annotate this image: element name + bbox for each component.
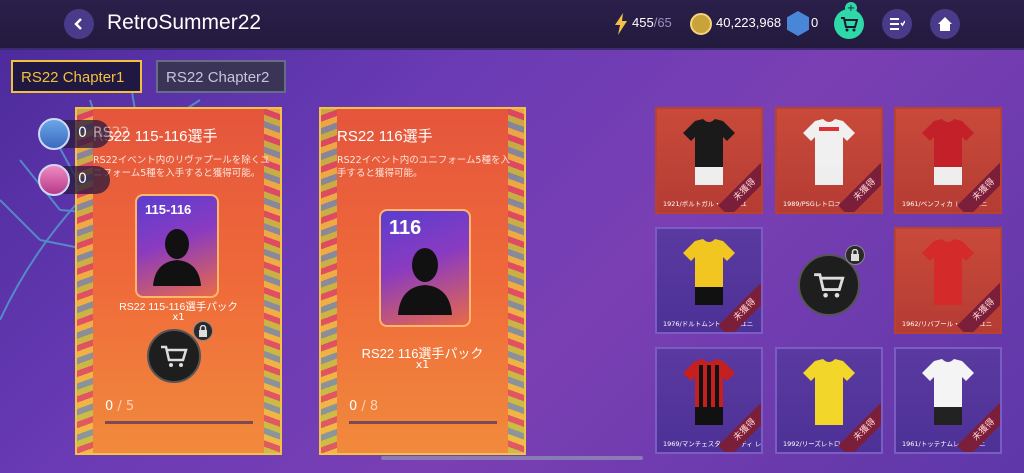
tab-chapter1[interactable]: RS22 Chapter1 bbox=[11, 60, 142, 93]
lock-icon bbox=[845, 245, 865, 265]
gift-counter: 0 bbox=[38, 164, 110, 196]
kit-slot[interactable]: 1976/ドルトムントレトロユニ 未獲得 bbox=[655, 227, 763, 334]
progress-bar bbox=[105, 421, 253, 424]
coin-icon bbox=[690, 13, 712, 35]
kit-slot[interactable]: 1961/トッテナムレトロユニ 未獲得 bbox=[894, 347, 1002, 454]
cart-icon bbox=[814, 273, 845, 298]
menu-button[interactable] bbox=[882, 9, 912, 39]
decorative-stripe bbox=[321, 109, 337, 453]
kit-slot[interactable]: 1992/リーズレトロユニ 未獲得 bbox=[775, 347, 883, 454]
decorative-stripe bbox=[77, 109, 93, 453]
fc-points-value: 0 bbox=[811, 15, 819, 30]
lock-icon bbox=[193, 321, 213, 341]
counter-value: 0 bbox=[78, 171, 87, 187]
top-bar: RetroSummer22 455/65 40,223,968 0 + bbox=[0, 0, 1024, 50]
player-card: 115-116 bbox=[135, 194, 219, 298]
shirt-icon bbox=[803, 119, 855, 185]
energy-stat: 455/65 bbox=[632, 15, 672, 30]
progress-value: 0 bbox=[105, 399, 114, 414]
pack-count: x1 bbox=[415, 358, 430, 371]
checklist-icon bbox=[890, 18, 905, 30]
kit-slot[interactable]: 1961/ベンフィカ レトロユニ 未獲得 bbox=[894, 107, 1002, 214]
pack-card-116[interactable]: RS22 116選手 RS22イベント内のユニフォーム5種を入手すると獲得可能。… bbox=[319, 107, 526, 455]
pack-progress: 0 / 8 bbox=[349, 399, 378, 414]
home-button[interactable] bbox=[930, 9, 960, 39]
cart-icon bbox=[161, 345, 188, 367]
progress-bar bbox=[349, 421, 497, 424]
player-card: 116 bbox=[379, 209, 471, 327]
ticket-counter: 0 RS22 bbox=[38, 118, 129, 150]
pack-description: RS22イベント内のユニフォーム5種を入手すると獲得可能。 bbox=[337, 155, 510, 179]
player-silhouette-icon bbox=[153, 229, 201, 286]
buy-pack-button[interactable] bbox=[147, 329, 201, 383]
shirt-icon bbox=[922, 119, 974, 185]
card-rating: 116 bbox=[389, 217, 422, 239]
lightning-icon bbox=[615, 13, 627, 35]
ticket-icon bbox=[38, 118, 70, 150]
player-silhouette-icon bbox=[398, 248, 452, 315]
coin-value: 40,223,968 bbox=[716, 15, 782, 30]
plus-icon: + bbox=[845, 2, 857, 14]
pack-title: RS22 116選手 bbox=[337, 128, 433, 145]
chevron-left-icon bbox=[74, 18, 82, 30]
counter-value: 0 bbox=[78, 125, 87, 141]
kit-name: 1969/マンチェスター・シティ レトロ bbox=[663, 440, 762, 448]
shirt-icon bbox=[683, 239, 735, 305]
shirt-icon bbox=[683, 119, 735, 185]
progress-max: / 8 bbox=[361, 399, 379, 414]
counter-ghost-label: RS22 bbox=[93, 125, 130, 141]
pack-progress: 0 / 5 bbox=[105, 399, 134, 414]
progress-value: 0 bbox=[349, 399, 358, 414]
pack-count: x1 bbox=[172, 312, 185, 323]
shirt-icon bbox=[922, 359, 974, 425]
fc-points-icon bbox=[787, 11, 809, 36]
gift-icon bbox=[38, 164, 70, 196]
pack-card-115-116[interactable]: RS22 115-116選手 RS22イベント内のリヴァプールを除くユニフォーム… bbox=[75, 107, 282, 455]
cart-icon bbox=[841, 17, 858, 32]
shirt-icon bbox=[803, 359, 855, 425]
kit-slot[interactable]: 1962/リバプール・レトロユニ 未獲得 bbox=[894, 227, 1002, 334]
energy-value: 455 bbox=[632, 15, 654, 30]
page-title: RetroSummer22 bbox=[107, 11, 262, 34]
back-button[interactable] bbox=[64, 9, 94, 39]
tab-chapter2[interactable]: RS22 Chapter2 bbox=[156, 60, 286, 93]
kit-slot[interactable]: 1989/PSGレトロユニフ 未獲得 bbox=[775, 107, 883, 214]
shirt-icon bbox=[922, 239, 974, 305]
shirt-icon bbox=[683, 359, 735, 425]
card-rating: 115-116 bbox=[145, 202, 192, 217]
kit-slot[interactable]: 1969/マンチェスター・シティ レトロ 未獲得 bbox=[655, 347, 763, 454]
energy-max: /65 bbox=[653, 15, 672, 30]
pack-description: RS22イベント内のリヴァプールを除くユニフォーム5種を入手すると獲得可能。 bbox=[93, 155, 270, 179]
horizontal-scrollbar[interactable] bbox=[381, 456, 643, 460]
progress-max: / 5 bbox=[117, 399, 135, 414]
kit-slot[interactable]: 1921/ボルトガル・レトロユ 未獲得 bbox=[655, 107, 763, 214]
home-icon bbox=[938, 17, 952, 31]
